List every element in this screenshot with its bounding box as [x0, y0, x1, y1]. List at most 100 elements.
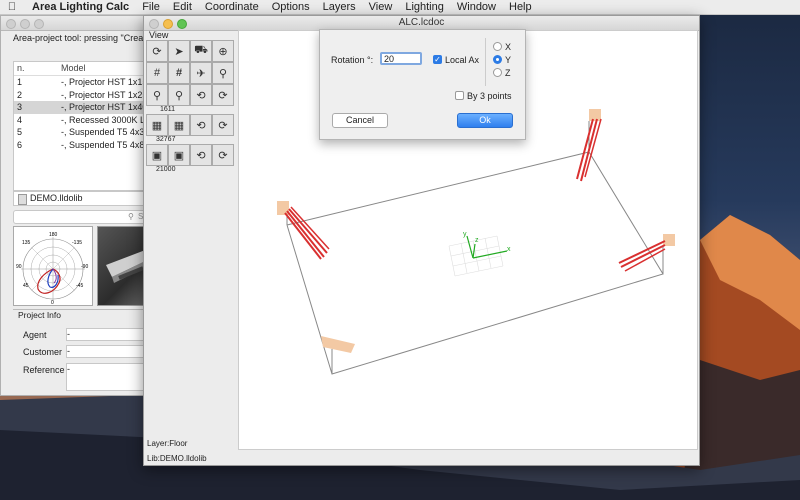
table-row[interactable]: 1 -, Projector HST 1x150	[14, 76, 152, 89]
row-model: -, Projector HST 1x250	[61, 89, 152, 100]
minimize-button[interactable]	[20, 19, 30, 29]
close-button[interactable]	[6, 19, 16, 29]
by-3-points-label: By 3 points	[467, 91, 512, 101]
pan-icon[interactable]: ▦	[146, 114, 168, 136]
plane-icon[interactable]: ✈	[190, 62, 212, 84]
row-model: -, Recessed 3000K LED	[61, 114, 152, 125]
table-row[interactable]: 4 -, Recessed 3000K LED	[14, 114, 152, 127]
customer-field[interactable]: -	[66, 345, 151, 358]
row-model: -, Suspended T5 4x80	[61, 139, 150, 150]
table-row-selected[interactable]: 3 -, Projector HST 1x400	[14, 101, 152, 114]
grid-icon[interactable]: #	[146, 62, 168, 84]
menu-app-name[interactable]: Area Lighting Calc	[32, 1, 129, 13]
axis-x	[472, 250, 508, 259]
axis-y-radio[interactable]	[493, 55, 502, 64]
rotation-input[interactable]: 20	[380, 52, 422, 65]
library-window: Area-project tool: pressing "Create Area…	[0, 15, 152, 396]
tool-tip-text: Area-project tool: pressing "Create Area	[13, 33, 151, 43]
camera-icon[interactable]: ▣	[146, 144, 168, 166]
luminaire-right[interactable]	[618, 234, 675, 272]
cancel-button[interactable]: Cancel	[332, 113, 388, 128]
polar-label-180: 180	[49, 232, 58, 238]
menu-window[interactable]: Window	[457, 1, 496, 13]
rotate-z2-icon[interactable]: ⟳	[212, 144, 234, 166]
row-number: 4	[17, 114, 23, 125]
search-input[interactable]: ⚲ Search	[13, 210, 151, 224]
table-row[interactable]: 6 -, Suspended T5 4x80	[14, 139, 151, 152]
agent-field[interactable]: -	[66, 328, 151, 341]
polar-label-90: 90	[16, 264, 22, 270]
escape-cursor-icon[interactable]: ➤	[168, 40, 190, 62]
ok-button[interactable]: Ok	[457, 113, 513, 128]
library-titlebar	[1, 16, 151, 31]
menu-layers[interactable]: Layers	[323, 1, 356, 13]
row-number: 5	[17, 127, 23, 137]
rotation-dialog: Rotation °: 20 ✓ Local Ax X Y Z By 3 poi…	[319, 29, 526, 140]
table-row[interactable]: 2 -, Projector HST 1x250	[14, 89, 152, 102]
polar-label-neg45: -45	[76, 283, 83, 289]
menu-file[interactable]: File	[142, 1, 160, 13]
row-model: -, Projector HST 1x400	[61, 102, 152, 112]
row-number: 1	[17, 77, 23, 87]
table-header: n. Model	[14, 62, 151, 76]
camera-add-icon[interactable]: ▣	[168, 144, 190, 166]
target-icon[interactable]: ⊕	[212, 40, 234, 62]
zoom-out-icon[interactable]: ⚲	[168, 84, 190, 106]
menu-coordinate[interactable]: Coordinate	[205, 1, 259, 13]
polar-diagram: 180 135 -135 90 -90 45 -45 0	[13, 226, 93, 306]
rotate-x2-icon[interactable]: ⟳	[212, 84, 234, 106]
reference-label: Reference	[23, 365, 65, 375]
menu-edit[interactable]: Edit	[173, 1, 192, 13]
add-luminaire-icon[interactable]: ▦	[168, 114, 190, 136]
polar-label-135: 135	[22, 240, 31, 246]
local-ax-label: Local Ax	[445, 55, 480, 65]
axis-x-radio-label: X	[505, 42, 512, 52]
axis-y-radio-label: Y	[505, 55, 512, 65]
luminaire-table[interactable]: n. Model 1 -, Projector HST 1x150 2 -, Pro…	[13, 61, 152, 191]
column-n[interactable]: n.	[17, 63, 25, 73]
menu-lighting[interactable]: Lighting	[405, 1, 444, 13]
menu-options[interactable]: Options	[272, 1, 310, 13]
table-row[interactable]: 5 -, Suspended T5 4x39	[14, 126, 151, 139]
luminaire-left[interactable]	[277, 201, 330, 260]
rotation-label: Rotation °:	[331, 55, 374, 65]
axis-x-radio[interactable]	[493, 42, 502, 51]
rotate-x-icon[interactable]: ⟲	[190, 84, 212, 106]
window-title: ALC.lcdoc	[398, 17, 445, 28]
row-number: 2	[17, 89, 23, 100]
row-model: -, Projector HST 1x150	[61, 77, 152, 87]
zoom-button[interactable]	[34, 19, 44, 29]
dialog-divider	[485, 38, 486, 86]
by-3-points-checkbox[interactable]	[455, 91, 464, 100]
axis-z-label: z	[475, 237, 479, 244]
axis-y-label: y	[463, 231, 467, 238]
library-file-item[interactable]: DEMO.lldolib	[13, 191, 151, 206]
axis-y	[466, 235, 474, 259]
apple-icon[interactable]: 	[0, 1, 24, 13]
grid-bold-icon[interactable]: #	[168, 62, 190, 84]
polar-label-neg135: -135	[72, 240, 82, 246]
local-ax-checkbox[interactable]: ✓	[433, 55, 442, 64]
number-32767: 32767	[156, 136, 176, 143]
axis-z-radio[interactable]	[493, 68, 502, 77]
polar-label-neg90: -90	[81, 264, 88, 270]
car-icon[interactable]: ⛟	[190, 40, 212, 62]
project-info-legend: Project Info	[18, 310, 61, 320]
axis-x-label: x	[507, 246, 511, 253]
search-icon: ⚲	[128, 212, 134, 221]
library-file-name: DEMO.lldolib	[30, 193, 83, 203]
customer-label: Customer	[23, 347, 63, 357]
rotate-view-icon[interactable]: ⟳	[146, 40, 168, 62]
zoom-window-icon[interactable]: ⚲	[212, 62, 234, 84]
luminaire-bottom-left[interactable]	[321, 336, 355, 353]
menu-help[interactable]: Help	[509, 1, 532, 13]
rotate-z-icon[interactable]: ⟲	[190, 144, 212, 166]
polar-label-0: 0	[51, 300, 54, 305]
view-label: View	[149, 30, 169, 40]
zoom-in-icon[interactable]: ⚲	[146, 84, 168, 106]
rotate-y2-icon[interactable]: ⟳	[212, 114, 234, 136]
rotate-y-icon[interactable]: ⟲	[190, 114, 212, 136]
reference-field[interactable]: -	[66, 363, 151, 391]
column-model[interactable]: Model	[61, 63, 86, 73]
menu-view[interactable]: View	[369, 1, 393, 13]
